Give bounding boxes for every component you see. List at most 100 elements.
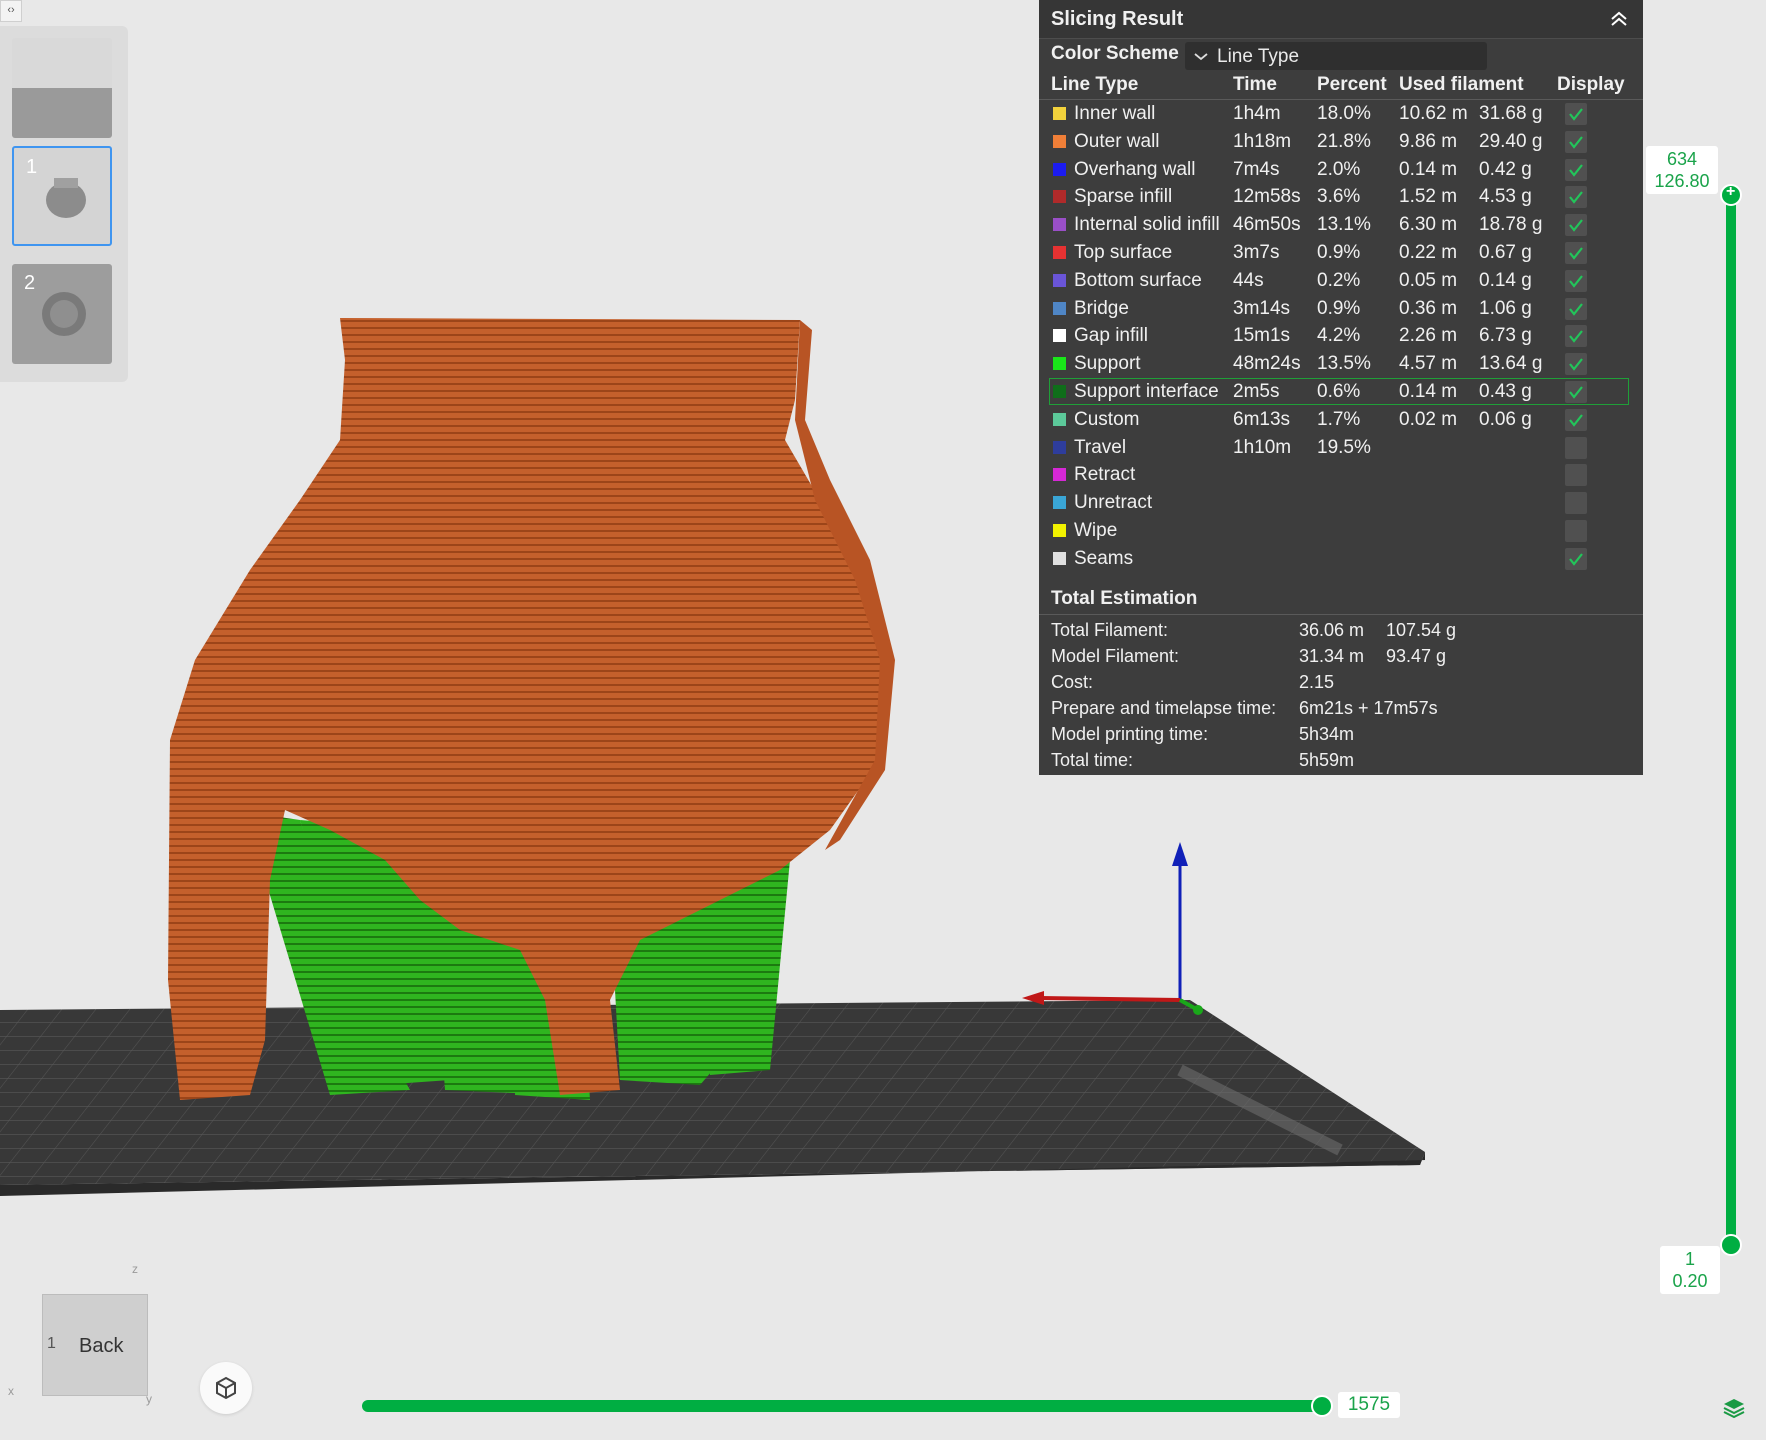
- estimation-key: Prepare and timelapse time:: [1051, 698, 1277, 718]
- filament-weight: 1.06 g: [1479, 297, 1532, 319]
- color-swatch: [1053, 468, 1066, 482]
- filament-length: 0.02 m: [1399, 408, 1458, 430]
- time-value: 7m4s: [1233, 158, 1280, 180]
- estimation-key: Total time:: [1051, 750, 1134, 770]
- filament-weight: 0.43 g: [1479, 381, 1532, 402]
- bottom-layer-number: 1: [1684, 1249, 1695, 1269]
- line-type-row[interactable]: Unretract: [1039, 489, 1643, 517]
- move-slider-handle[interactable]: [1311, 1395, 1333, 1417]
- layer-slider-bottom-handle[interactable]: [1720, 1234, 1742, 1256]
- display-checkbox[interactable]: [1565, 520, 1587, 542]
- display-checkbox[interactable]: [1565, 436, 1587, 459]
- line-type-row[interactable]: Sparse infill 12m58s 3.6% 1.52 m 4.53 g: [1039, 183, 1643, 211]
- display-checkbox[interactable]: [1565, 214, 1587, 237]
- view-cube[interactable]: 1 Back: [42, 1294, 148, 1396]
- display-checkbox[interactable]: [1565, 381, 1587, 403]
- line-type-name: Support interface: [1074, 381, 1219, 402]
- fit-view-button[interactable]: [200, 1362, 252, 1414]
- line-type-row[interactable]: Bottom surface 44s 0.2% 0.05 m 0.14 g: [1039, 267, 1643, 295]
- estimation-key: Cost:: [1051, 672, 1094, 692]
- display-checkbox[interactable]: [1565, 269, 1587, 292]
- filament-weight: 6.73 g: [1479, 325, 1532, 347]
- checkmark-icon: [1569, 386, 1583, 399]
- line-type-row[interactable]: Internal solid infill 46m50s 13.1% 6.30 m 18…: [1039, 211, 1643, 239]
- display-checkbox[interactable]: [1565, 242, 1587, 264]
- line-type-row[interactable]: Top surface 3m7s 0.9% 0.22 m 0.67 g: [1039, 239, 1643, 267]
- color-swatch: [1053, 246, 1066, 259]
- display-checkbox[interactable]: [1565, 408, 1587, 431]
- percent-value: 0.9%: [1317, 242, 1361, 263]
- time-value: 1h18m: [1233, 130, 1292, 152]
- layers-icon[interactable]: [1722, 1396, 1746, 1420]
- plate-thumbnail-2[interactable]: 2: [12, 264, 112, 364]
- line-type-row[interactable]: Overhang wall 7m4s 2.0% 0.14 m 0.42 g: [1039, 156, 1643, 184]
- collapse-up-icon[interactable]: [1609, 10, 1629, 28]
- column-header-line-type: Line Type: [1051, 74, 1139, 95]
- line-type-name: Bottom surface: [1074, 269, 1202, 291]
- line-type-name: Bridge: [1074, 297, 1129, 319]
- time-value: 44s: [1233, 269, 1264, 291]
- plate-thumbnail-1[interactable]: 1: [12, 146, 112, 246]
- filament-weight: 4.53 g: [1479, 186, 1532, 208]
- line-type-row[interactable]: Custom 6m13s 1.7% 0.02 m 0.06 g: [1039, 406, 1643, 434]
- column-header-percent: Percent: [1317, 74, 1387, 95]
- panel-title: Slicing Result: [1051, 8, 1184, 30]
- display-checkbox[interactable]: [1565, 158, 1587, 181]
- layer-bottom-label: 1 0.20: [1660, 1246, 1720, 1294]
- layer-slider-top-handle[interactable]: [1720, 183, 1742, 206]
- color-swatch: [1053, 440, 1066, 454]
- color-scheme-dropdown[interactable]: Line Type: [1185, 42, 1487, 70]
- estimation-value-secondary: 93.47 g: [1386, 646, 1447, 666]
- line-type-row[interactable]: Support 48m24s 13.5% 4.57 m 13.64 g: [1039, 350, 1643, 378]
- filament-weight: 29.40 g: [1479, 130, 1543, 152]
- column-header-display: Display: [1557, 74, 1625, 95]
- line-type-row[interactable]: Travel 1h10m 19.5%: [1039, 434, 1643, 462]
- display-checkbox[interactable]: [1565, 547, 1587, 570]
- display-checkbox[interactable]: [1565, 103, 1587, 125]
- display-checkbox[interactable]: [1565, 186, 1587, 209]
- line-type-row[interactable]: Bridge 3m14s 0.9% 0.36 m 1.06 g: [1039, 295, 1643, 323]
- estimation-value: 2.15: [1299, 672, 1335, 692]
- axis-y-label: y: [146, 1392, 152, 1406]
- estimation-value: 5h34m: [1299, 724, 1355, 744]
- color-swatch: [1053, 273, 1066, 287]
- percent-value: 0.9%: [1317, 297, 1361, 319]
- panel-toggle-icon[interactable]: ‹›: [0, 0, 22, 22]
- line-type-row[interactable]: Retract: [1039, 461, 1643, 489]
- line-type-name: Inner wall: [1074, 103, 1156, 124]
- line-type-row[interactable]: Seams: [1039, 545, 1643, 573]
- estimation-key: Model printing time:: [1051, 724, 1209, 744]
- line-type-name: Custom: [1074, 408, 1140, 430]
- line-type-row[interactable]: Outer wall 1h18m 21.8% 9.86 m 29.40 g: [1039, 128, 1643, 156]
- filament-weight: 0.67 g: [1479, 242, 1532, 263]
- move-slider-track[interactable]: [362, 1400, 1322, 1412]
- line-type-row[interactable]: Wipe: [1039, 517, 1643, 545]
- display-checkbox[interactable]: [1565, 464, 1587, 487]
- color-swatch: [1053, 134, 1066, 148]
- estimation-key: Total Filament:: [1051, 620, 1169, 640]
- line-type-name: Outer wall: [1074, 130, 1160, 152]
- display-checkbox[interactable]: [1565, 325, 1587, 348]
- column-header-used-filament: Used filament: [1399, 74, 1524, 95]
- line-type-row[interactable]: Gap infill 15m1s 4.2% 2.26 m 6.73 g: [1039, 322, 1643, 350]
- filament-length: 4.57 m: [1399, 353, 1458, 375]
- time-value: 6m13s: [1233, 408, 1291, 430]
- checkmark-icon: [1569, 302, 1583, 316]
- color-scheme-label: Color Scheme: [1051, 43, 1179, 64]
- plate-thumbnail-overview[interactable]: [12, 38, 112, 138]
- display-checkbox[interactable]: [1565, 353, 1587, 376]
- filament-length: 10.62 m: [1399, 103, 1468, 124]
- display-checkbox[interactable]: [1565, 492, 1587, 515]
- move-slider-value: 1575: [1338, 1392, 1400, 1418]
- display-checkbox[interactable]: [1565, 130, 1587, 153]
- color-scheme-value: Line Type: [1217, 46, 1300, 67]
- display-checkbox[interactable]: [1565, 297, 1587, 320]
- layer-slider-track[interactable]: [1726, 195, 1736, 1245]
- line-type-row[interactable]: Support interface 2m5s 0.6% 0.14 m 0.43 g: [1039, 378, 1643, 406]
- checkmark-icon: [1569, 358, 1583, 371]
- line-type-name: Travel: [1074, 436, 1127, 458]
- axes-gizmo: [1022, 842, 1203, 1015]
- line-type-name: Seams: [1074, 547, 1134, 569]
- line-type-row[interactable]: Inner wall 1h4m 18.0% 10.62 m 31.68 g: [1039, 100, 1643, 128]
- filament-length: 0.14 m: [1399, 158, 1458, 180]
